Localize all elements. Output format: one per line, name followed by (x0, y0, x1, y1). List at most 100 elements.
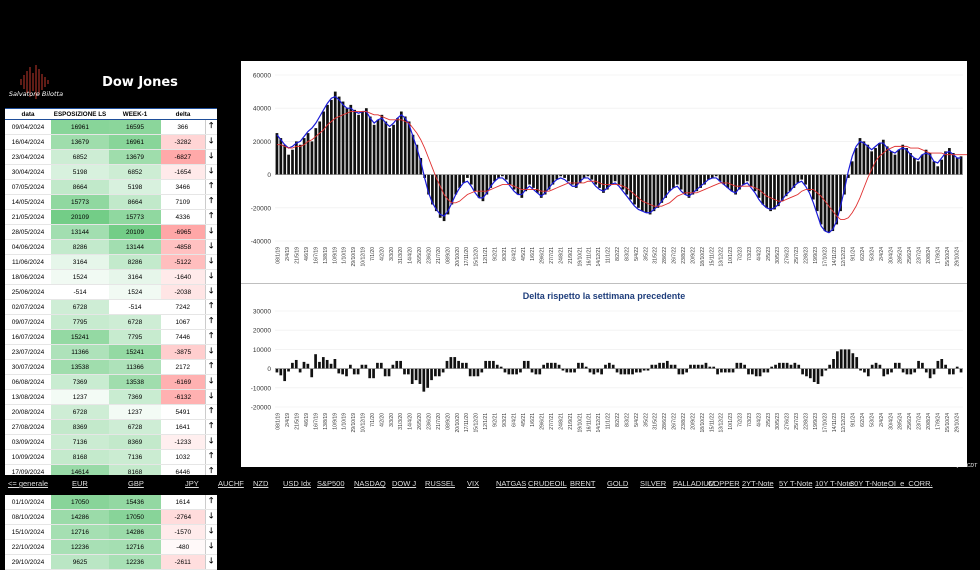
row-esposizione: 17050 (51, 494, 109, 510)
nav-link-generale[interactable]: <= generale (8, 479, 48, 488)
nav-link-30y-t-note[interactable]: 30Y T-Note (850, 479, 888, 488)
arrow-up-icon: 🡑 (204, 299, 217, 315)
arrow-down-icon: 🡓 (204, 554, 217, 570)
row-date: 28/05/2024 (5, 224, 51, 240)
bar (464, 362, 468, 369)
row-date: 18/06/2024 (5, 269, 51, 285)
x-tick-label: 13/12/22 (719, 413, 725, 433)
row-esposizione: 6728 (51, 404, 109, 420)
bar (920, 154, 924, 175)
nav-link-usd-idx[interactable]: USD Idx (283, 479, 311, 488)
nav-link-2yt-note[interactable]: 2YT-Note (742, 479, 774, 488)
nav-link-eur[interactable]: EUR (72, 479, 88, 488)
bar (901, 144, 905, 175)
bar (788, 174, 792, 192)
x-tick-label: 7/1/20 (370, 413, 376, 427)
arrow-up-icon: 🡑 (204, 359, 217, 375)
row-esposizione: 7136 (51, 434, 109, 450)
row-delta: -2611 (161, 554, 205, 570)
bar (422, 368, 426, 392)
table-row: 11/06/2024 3164 8286 -5122 🡓 (5, 254, 217, 270)
bar (329, 363, 333, 369)
row-delta: -480 (161, 539, 205, 555)
row-delta: -4858 (161, 239, 205, 255)
row-delta: -6965 (161, 224, 205, 240)
x-tick-label: 21/5/19 (295, 247, 301, 264)
x-tick-label: 2/5/23 (766, 247, 772, 261)
x-tick-label: 31/5/22 (653, 247, 659, 264)
bar (322, 111, 325, 175)
row-esposizione: 6728 (51, 299, 109, 315)
nav-link-brent[interactable]: BRENT (570, 479, 595, 488)
table-row: 23/04/2024 6852 13679 -6827 🡓 (5, 149, 217, 165)
x-tick-label: 2/4/19 (285, 413, 291, 427)
x-tick-label: 6/2/24 (860, 247, 866, 261)
bar (407, 368, 410, 375)
table-row: 08/10/2024 14286 17050 -2764 🡓 (5, 509, 217, 525)
x-tick-label: 17/9/24 (935, 247, 941, 264)
bar (519, 368, 522, 373)
nav-link-dow-j[interactable]: DOW J (392, 479, 416, 488)
nav-link-jpy[interactable]: JPY (185, 479, 199, 488)
x-tick-label: 29/10/24 (954, 413, 960, 433)
bar (765, 174, 769, 208)
col-header-esposizione: ESPOSIZIONE LS (51, 109, 109, 120)
nav-link-s-p500[interactable]: S&P500 (317, 479, 345, 488)
row-week-1: 13538 (109, 374, 161, 390)
bar (656, 174, 660, 208)
nav-link-5y-t-note[interactable]: 5Y T-Note (779, 479, 813, 488)
row-delta: 2172 (161, 359, 205, 375)
nav-link-copper[interactable]: COPPER (708, 479, 740, 488)
x-tick-label: 27/6/23 (785, 247, 791, 264)
x-tick-label: 10/12/19 (361, 413, 367, 433)
nav-link-russel[interactable]: RUSSEL (425, 479, 455, 488)
table-row: 02/07/2024 6728 -514 7242 🡑 (5, 299, 217, 315)
bar (847, 349, 851, 369)
x-tick-label: 10/1/23 (728, 413, 734, 430)
bar (445, 360, 449, 369)
nav-link-natgas[interactable]: NATGAS (496, 479, 526, 488)
nav-link-vix[interactable]: VIX (467, 479, 479, 488)
row-date: 16/07/2024 (5, 329, 51, 345)
bar (538, 368, 542, 375)
bar (747, 368, 750, 375)
bar (380, 114, 384, 175)
nav-link-silver[interactable]: SILVER (640, 479, 666, 488)
row-esposizione: 15773 (51, 194, 109, 210)
bar (677, 368, 681, 375)
bar (598, 174, 601, 188)
bar (542, 364, 545, 369)
x-tick-label: 14/12/21 (596, 247, 602, 267)
row-week-1: 16595 (109, 119, 161, 135)
y-tick-label: 0 (267, 366, 271, 373)
x-tick-label: 28/6/22 (662, 247, 668, 264)
y-tick-label: 30000 (253, 309, 271, 316)
nav-link-nasdaq[interactable]: NASDAQ (354, 479, 386, 488)
x-tick-label: 13/8/19 (323, 247, 329, 264)
x-tick-label: 19/9/23 (813, 247, 819, 264)
x-tick-label: 16/7/19 (313, 247, 319, 264)
row-week-1: 13679 (109, 149, 161, 165)
nav-link-auchf[interactable]: AUCHF (218, 479, 244, 488)
delta-chart: 30000 20000 10000 0 -10000 -20000 08/1/19 2/4/1… (251, 309, 963, 433)
nav-link-10y-t-note[interactable]: 10Y T-Note (815, 479, 853, 488)
x-tick-label: 2/4/19 (285, 247, 291, 261)
nav-link-gbp[interactable]: GBP (128, 479, 144, 488)
row-date: 06/08/2024 (5, 374, 51, 390)
x-tick-label: 10/12/19 (361, 247, 367, 267)
nav-link-crudeoil[interactable]: CRUDEOIL (528, 479, 567, 488)
x-tick-label: 9/2/21 (492, 247, 498, 261)
x-tick-label: 10/9/19 (332, 247, 338, 264)
arrow-up-icon: 🡑 (204, 119, 217, 135)
bar (743, 364, 746, 369)
nav-link-oi-e-corr[interactable]: OI_e_CORR. (888, 479, 933, 488)
nav-link-nzd[interactable]: NZD (253, 479, 268, 488)
x-tick-label: 23/6/20 (427, 413, 433, 430)
bar (325, 359, 329, 369)
table-row: 27/08/2024 8369 6728 1641 🡑 (5, 419, 217, 435)
bar (466, 174, 469, 178)
x-tick-label: 23/6/20 (427, 247, 433, 264)
nav-link-gold[interactable]: GOLD (607, 479, 628, 488)
bar (306, 363, 310, 369)
bar (557, 364, 561, 369)
